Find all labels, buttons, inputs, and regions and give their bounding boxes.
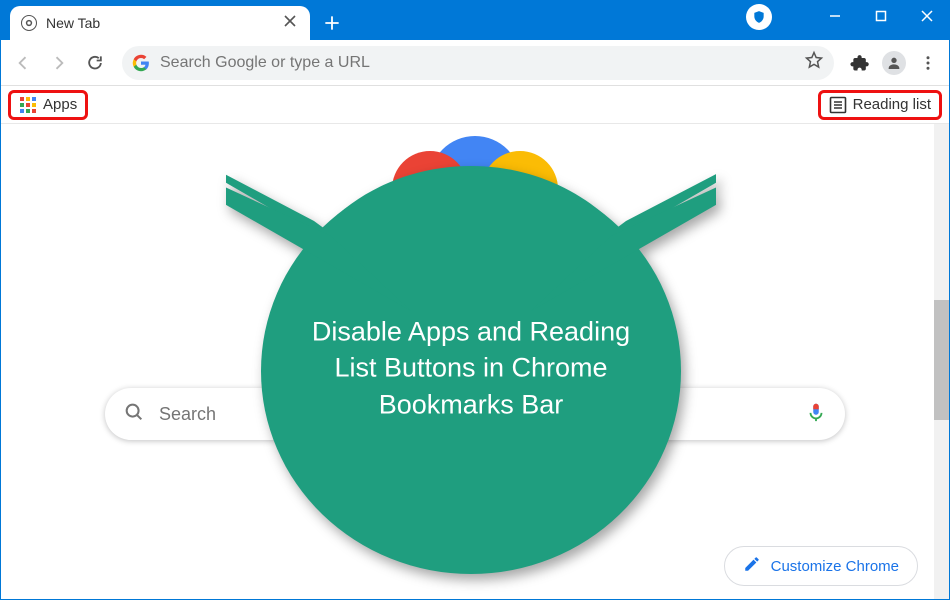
customize-label: Customize Chrome: [771, 558, 899, 575]
chrome-icon: [20, 14, 38, 32]
apps-label: Apps: [43, 96, 77, 113]
chrome-menu-button[interactable]: [914, 49, 942, 77]
reading-list-icon: [829, 96, 847, 114]
tab-title: New Tab: [46, 15, 272, 31]
search-icon: [123, 401, 145, 428]
forward-button[interactable]: [44, 48, 74, 78]
browser-toolbar: [0, 40, 950, 86]
titlebar-right: [746, 0, 950, 40]
window-minimize-button[interactable]: [812, 0, 858, 32]
scrollbar-thumb[interactable]: [934, 300, 950, 420]
window-close-button[interactable]: [904, 0, 950, 32]
reload-button[interactable]: [80, 48, 110, 78]
avatar-icon: [882, 51, 906, 75]
apps-button[interactable]: Apps: [8, 90, 88, 120]
ntp-search-input[interactable]: [159, 404, 791, 425]
browser-tab[interactable]: New Tab: [10, 6, 310, 40]
omnibox-input[interactable]: [160, 54, 794, 72]
extensions-icon[interactable]: [846, 49, 874, 77]
vertical-scrollbar[interactable]: [934, 124, 950, 600]
window-maximize-button[interactable]: [858, 0, 904, 32]
address-bar[interactable]: [122, 46, 834, 80]
close-tab-button[interactable]: [280, 12, 300, 34]
pencil-icon: [743, 555, 761, 577]
new-tab-button[interactable]: [318, 9, 346, 37]
bookmark-star-icon[interactable]: [804, 50, 824, 75]
bookmarks-bar: Apps Reading list: [0, 86, 950, 124]
reading-list-button[interactable]: Reading list: [818, 90, 942, 120]
reading-list-label: Reading list: [853, 96, 931, 113]
voice-search-icon[interactable]: [805, 401, 827, 428]
ntp-search-box[interactable]: [105, 388, 845, 440]
customize-chrome-button[interactable]: Customize Chrome: [724, 546, 918, 586]
protection-shield-icon[interactable]: [746, 4, 772, 30]
tab-strip: New Tab: [0, 0, 746, 40]
google-g-icon: [132, 54, 150, 72]
back-button[interactable]: [8, 48, 38, 78]
window-titlebar: New Tab: [0, 0, 950, 40]
profile-avatar[interactable]: [880, 49, 908, 77]
google-logo: [335, 134, 615, 233]
apps-grid-icon: [19, 96, 37, 114]
new-tab-page: Disable Apps and Reading List Buttons in…: [0, 124, 950, 600]
